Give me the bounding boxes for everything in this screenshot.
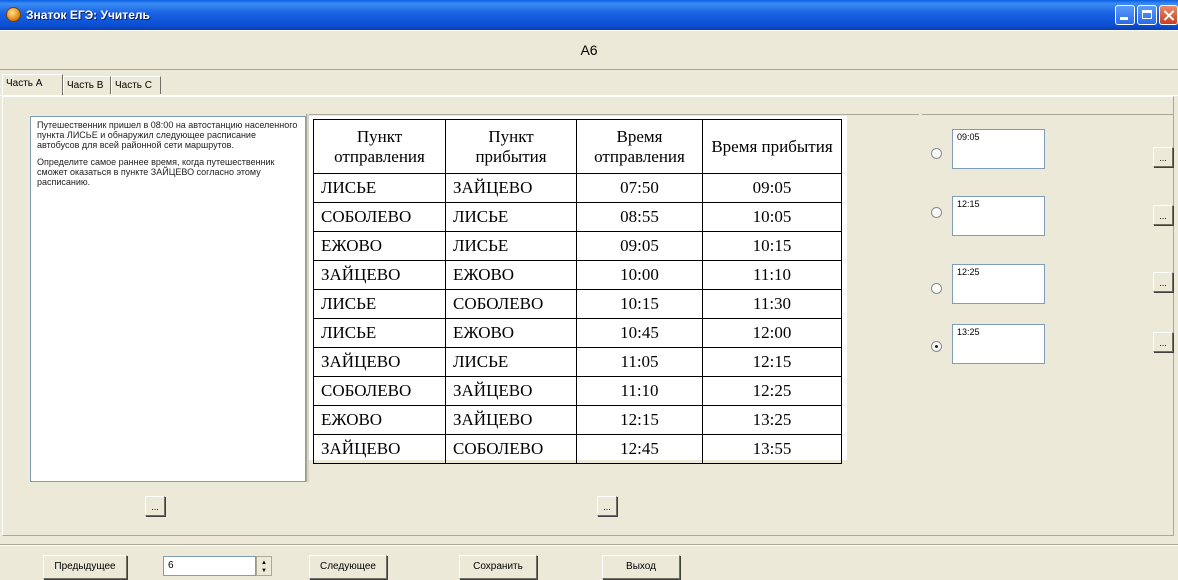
table-cell: 11:10 <box>576 376 703 406</box>
table-cell: ЕЖОВО <box>313 231 446 261</box>
app-icon <box>6 7 21 22</box>
table-cell: ЛИСЬЕ <box>313 289 446 319</box>
table-cell: 10:45 <box>576 318 703 348</box>
answer-radio-1[interactable] <box>931 148 942 159</box>
table-cell: 12:45 <box>576 434 703 464</box>
table-cell: 12:15 <box>702 347 842 377</box>
close-button[interactable] <box>1159 5 1178 25</box>
table-cell: 09:05 <box>576 231 703 261</box>
table-row: ЛИСЬЕ СОБОЛЕВО 10:15 11:30 <box>313 289 842 319</box>
answer-radio-4[interactable] <box>931 341 942 352</box>
table-cell: ЗАЙЦЕВО <box>445 173 577 203</box>
table-cell: СОБОЛЕВО <box>445 434 577 464</box>
answer-edit-button-3[interactable]: ... <box>1153 272 1173 292</box>
table-cell: ЛИСЬЕ <box>445 202 577 232</box>
problem-paragraph-1: Путешественник пришел в 08:00 на автоста… <box>37 120 298 150</box>
answer-edit-button-4[interactable]: ... <box>1153 332 1173 352</box>
maximize-button[interactable] <box>1137 5 1157 25</box>
edit-table-button[interactable]: ... <box>597 496 617 516</box>
table-cell: ЗАЙЦЕВО <box>313 347 446 377</box>
table-cell: СОБОЛЕВО <box>445 289 577 319</box>
table-cell: ЛИСЬЕ <box>445 231 577 261</box>
question-number-input[interactable]: 6 <box>163 556 256 576</box>
footer-divider <box>0 544 1178 546</box>
table-cell: 07:50 <box>576 173 703 203</box>
problem-paragraph-2: Определите самое раннее время, когда пут… <box>37 157 275 187</box>
answer-field-2[interactable]: 12:15 <box>952 196 1045 236</box>
table-cell: 12:25 <box>702 376 842 406</box>
problem-text: Путешественник пришел в 08:00 на автоста… <box>30 116 306 482</box>
table-cell: ЕЖОВО <box>313 405 446 435</box>
table-row: ЕЖОВО ЗАЙЦЕВО 12:15 13:25 <box>313 405 842 435</box>
table-cell: ЗАЙЦЕВО <box>445 405 577 435</box>
table-body: ЛИСЬЕ ЗАЙЦЕВО 07:50 09:05 СОБОЛЕВО ЛИСЬЕ 08:55… <box>313 173 842 464</box>
table-cell: 08:55 <box>576 202 703 232</box>
table-cell: ЗАЙЦЕВО <box>445 376 577 406</box>
table-header-row: Пункт отправления Пункт прибытия Время о… <box>313 119 842 174</box>
table-cell: СОБОЛЕВО <box>313 202 446 232</box>
question-id: А6 <box>0 30 1178 70</box>
table-cell: 10:15 <box>702 231 842 261</box>
table-cell: 11:10 <box>702 260 842 290</box>
table-row: СОБОЛЕВО ЛИСЬЕ 08:55 10:05 <box>313 202 842 232</box>
spin-up-icon[interactable]: ▲ <box>261 560 267 566</box>
table-cell: 12:15 <box>576 405 703 435</box>
table-cell: 12:00 <box>702 318 842 348</box>
table-row: ЛИСЬЕ ЕЖОВО 10:45 12:00 <box>313 318 842 348</box>
table-cell: ЗАЙЦЕВО <box>313 260 446 290</box>
answer-field-1[interactable]: 09:05 <box>952 129 1045 169</box>
table-cell: 10:00 <box>576 260 703 290</box>
table-cell: ЛИСЬЕ <box>313 173 446 203</box>
spin-down-icon[interactable]: ▼ <box>261 568 267 574</box>
table-cell: ЕЖОВО <box>445 260 577 290</box>
column-header: Время отправления <box>576 119 703 174</box>
answer-radio-2[interactable] <box>931 207 942 218</box>
table-cell: 10:15 <box>576 289 703 319</box>
table-cell: 13:25 <box>702 405 842 435</box>
table-cell: 11:05 <box>576 347 703 377</box>
column-header: Пункт прибытия <box>445 119 577 174</box>
tab-part-c[interactable]: Часть С <box>111 76 161 94</box>
table-cell: ЛИСЬЕ <box>445 347 577 377</box>
tab-part-a[interactable]: Часть А <box>2 74 63 95</box>
table-cell: 10:05 <box>702 202 842 232</box>
table-cell: ЕЖОВО <box>445 318 577 348</box>
table-cell: 11:30 <box>702 289 842 319</box>
title-bar: Знаток ЕГЭ: Учитель <box>0 0 1178 30</box>
table-cell: 13:55 <box>702 434 842 464</box>
answer-field-4[interactable]: 13:25 <box>952 324 1045 364</box>
table-cell: ЗАЙЦЕВО <box>313 434 446 464</box>
exit-button[interactable]: Выход <box>602 555 680 579</box>
column-header: Время прибытия <box>702 119 842 174</box>
table-cell: ЛИСЬЕ <box>313 318 446 348</box>
table-row: ЛИСЬЕ ЗАЙЦЕВО 07:50 09:05 <box>313 173 842 203</box>
tab-part-b[interactable]: Часть В <box>63 76 111 94</box>
question-number-spinner[interactable]: ▲ ▼ <box>256 556 272 576</box>
table-row: СОБОЛЕВО ЗАЙЦЕВО 11:10 12:25 <box>313 376 842 406</box>
next-button[interactable]: Следующее <box>309 555 387 579</box>
table-row: ЗАЙЦЕВО ЛИСЬЕ 11:05 12:15 <box>313 347 842 377</box>
table-row: ЕЖОВО ЛИСЬЕ 09:05 10:15 <box>313 231 842 261</box>
column-header: Пункт отправления <box>313 119 446 174</box>
previous-button[interactable]: Предыдущее <box>43 555 127 579</box>
minimize-button[interactable] <box>1115 5 1135 25</box>
window-title: Знаток ЕГЭ: Учитель <box>26 8 150 22</box>
answer-radio-3[interactable] <box>931 283 942 294</box>
schedule-table: Пункт отправления Пункт прибытия Время о… <box>313 119 842 464</box>
table-row: ЗАЙЦЕВО ЕЖОВО 10:00 11:10 <box>313 260 842 290</box>
table-cell: 09:05 <box>702 173 842 203</box>
table-cell: СОБОЛЕВО <box>313 376 446 406</box>
save-button[interactable]: Сохранить <box>459 555 537 579</box>
answer-field-3[interactable]: 12:25 <box>952 264 1045 304</box>
edit-problem-button[interactable]: ... <box>145 496 165 516</box>
answer-edit-button-1[interactable]: ... <box>1153 147 1173 167</box>
table-row: ЗАЙЦЕВО СОБОЛЕВО 12:45 13:55 <box>313 434 842 464</box>
answer-edit-button-2[interactable]: ... <box>1153 205 1173 225</box>
